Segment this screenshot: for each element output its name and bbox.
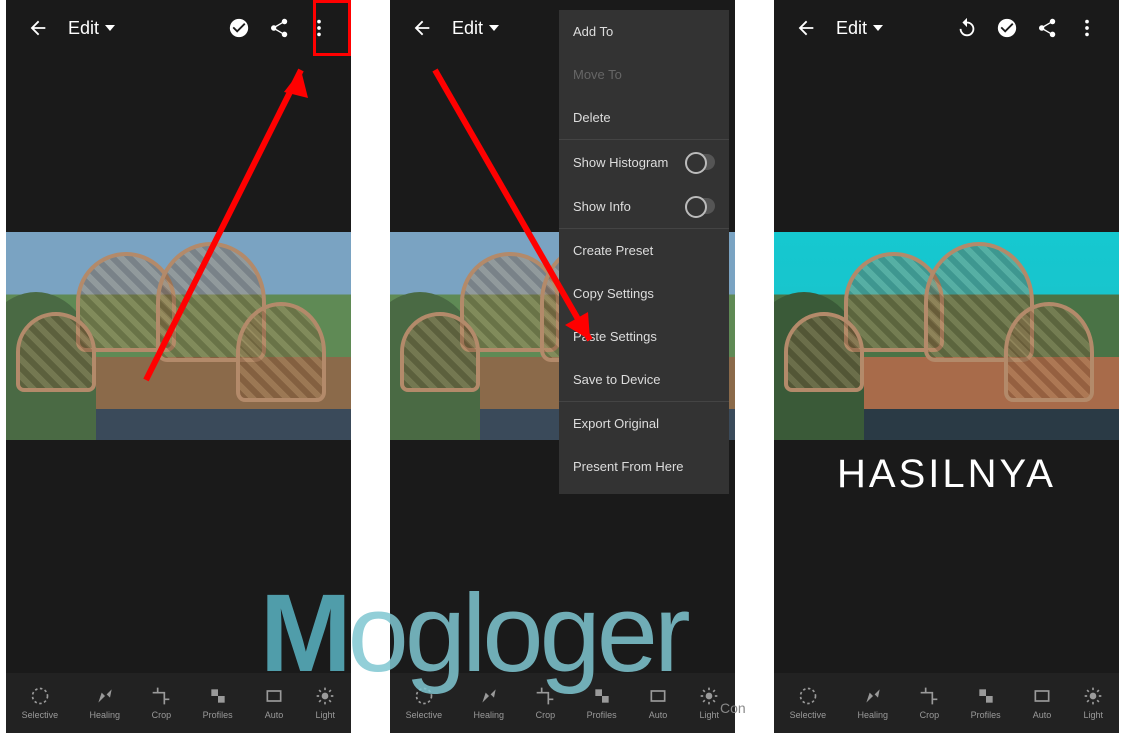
tool-selective[interactable]: Selective xyxy=(406,686,443,720)
photo-preview-result[interactable] xyxy=(774,232,1119,440)
result-label: HASILNYA xyxy=(774,452,1119,497)
edit-dropdown[interactable]: Edit xyxy=(836,18,883,39)
caret-down-icon xyxy=(105,25,115,31)
caret-down-icon xyxy=(489,25,499,31)
menu-copy-settings[interactable]: Copy Settings xyxy=(559,272,729,315)
menu-move-to: Move To xyxy=(559,53,729,96)
tool-crop[interactable]: Crop xyxy=(535,686,555,720)
back-icon[interactable] xyxy=(26,16,50,40)
edit-dropdown[interactable]: Edit xyxy=(68,18,115,39)
tool-auto[interactable]: Auto xyxy=(648,686,668,720)
tool-crop[interactable]: Crop xyxy=(919,686,939,720)
toggle-off-icon[interactable] xyxy=(685,154,715,170)
tool-selective[interactable]: Selective xyxy=(22,686,59,720)
phone-screen-3: Edit HASILNYA Selective Healing Crop Pro… xyxy=(774,0,1119,733)
highlight-more-button xyxy=(313,0,351,56)
tool-light[interactable]: Light xyxy=(315,686,335,720)
check-circle-icon[interactable] xyxy=(995,16,1019,40)
tool-light[interactable]: Light xyxy=(1083,686,1103,720)
tool-profiles[interactable]: Profiles xyxy=(587,686,617,720)
tool-auto[interactable]: Auto xyxy=(1032,686,1052,720)
undo-icon[interactable] xyxy=(955,16,979,40)
edit-label: Edit xyxy=(836,18,867,39)
tool-bar: Selective Healing Crop Profiles Auto Lig… xyxy=(390,673,735,733)
menu-show-info[interactable]: Show Info xyxy=(559,184,729,228)
topbar: Edit xyxy=(774,0,1119,56)
tool-selective[interactable]: Selective xyxy=(790,686,827,720)
menu-paste-settings[interactable]: Paste Settings xyxy=(559,315,729,358)
watermark-sub: Con xyxy=(720,700,746,716)
edit-label: Edit xyxy=(68,18,99,39)
menu-present-from-here[interactable]: Present From Here xyxy=(559,445,729,488)
more-vert-icon[interactable] xyxy=(1075,16,1099,40)
back-icon[interactable] xyxy=(794,16,818,40)
phone-screen-2: Edit Add To Move To Delete Show Histogra… xyxy=(390,0,735,733)
photo-preview[interactable] xyxy=(6,232,351,440)
edit-label: Edit xyxy=(452,18,483,39)
tool-healing[interactable]: Healing xyxy=(858,686,889,720)
tool-healing[interactable]: Healing xyxy=(474,686,505,720)
phone-screen-1: Edit Selective Healing Crop Profiles Aut… xyxy=(6,0,351,733)
tool-light[interactable]: Light xyxy=(699,686,719,720)
edit-dropdown[interactable]: Edit xyxy=(452,18,499,39)
toggle-off-icon[interactable] xyxy=(685,198,715,214)
tool-healing[interactable]: Healing xyxy=(90,686,121,720)
topbar: Edit xyxy=(6,0,351,56)
overflow-menu: Add To Move To Delete Show Histogram Sho… xyxy=(559,10,729,494)
caret-down-icon xyxy=(873,25,883,31)
menu-save-to-device[interactable]: Save to Device xyxy=(559,358,729,401)
back-icon[interactable] xyxy=(410,16,434,40)
tool-bar: Selective Healing Crop Profiles Auto Lig… xyxy=(6,673,351,733)
share-icon[interactable] xyxy=(1035,16,1059,40)
share-icon[interactable] xyxy=(267,16,291,40)
menu-add-to[interactable]: Add To xyxy=(559,10,729,53)
tool-auto[interactable]: Auto xyxy=(264,686,284,720)
menu-delete[interactable]: Delete xyxy=(559,96,729,139)
menu-show-histogram[interactable]: Show Histogram xyxy=(559,139,729,184)
check-circle-icon[interactable] xyxy=(227,16,251,40)
tool-crop[interactable]: Crop xyxy=(151,686,171,720)
tool-profiles[interactable]: Profiles xyxy=(203,686,233,720)
tool-profiles[interactable]: Profiles xyxy=(971,686,1001,720)
menu-export-original[interactable]: Export Original xyxy=(559,401,729,445)
tool-bar: Selective Healing Crop Profiles Auto Lig… xyxy=(774,673,1119,733)
menu-create-preset[interactable]: Create Preset xyxy=(559,228,729,272)
